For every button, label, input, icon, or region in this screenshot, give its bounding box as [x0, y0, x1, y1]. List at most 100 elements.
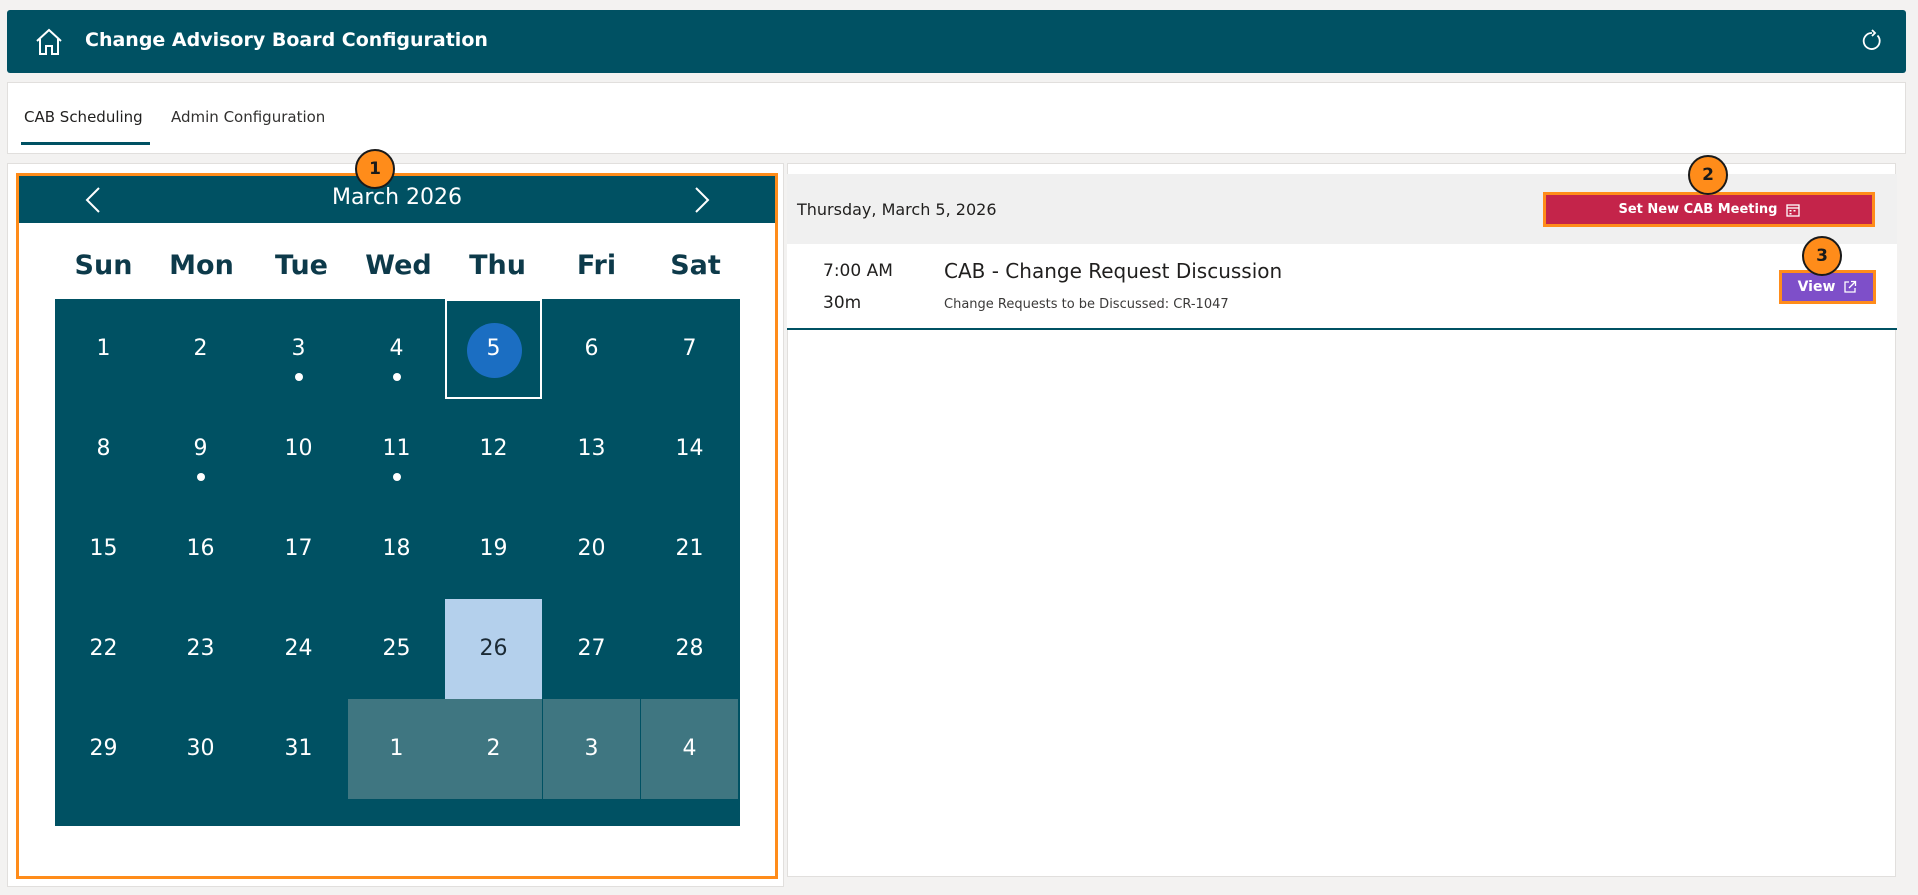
calendar-day-number: 3 [291, 336, 306, 361]
calendar-day[interactable]: 22 [55, 599, 152, 699]
calendar-day[interactable]: 20 [543, 499, 640, 599]
calendar-icon [1785, 203, 1800, 217]
meeting-time: 7:00 AM [823, 261, 893, 281]
calendar-day[interactable]: 13 [543, 399, 640, 499]
weekday-header-thu: Thu [469, 250, 526, 281]
calendar-day[interactable]: 24 [250, 599, 347, 699]
calendar-day[interactable]: 29 [55, 699, 152, 799]
meeting-subtitle: Change Requests to be Discussed: CR-1047 [944, 297, 1229, 312]
calendar-day-number: 30 [186, 736, 215, 761]
calendar-month-label: March 2026 [331, 185, 463, 210]
calendar-day-number: 29 [89, 736, 118, 761]
view-meeting-label: View [1797, 279, 1836, 295]
meeting-duration: 30m [823, 293, 862, 313]
calendar-day[interactable]: 21 [641, 499, 738, 599]
calendar-day-number: 12 [479, 436, 508, 461]
calendar-day[interactable]: 9 [152, 399, 249, 499]
tab-bar: CAB Scheduling Admin Configuration [7, 82, 1906, 154]
calendar-day-number: 17 [284, 536, 313, 561]
calendar-day[interactable]: 30 [152, 699, 249, 799]
calendar-day-number: 24 [284, 636, 313, 661]
calendar-day-number: 2 [486, 736, 501, 761]
calendar-day-number: 15 [89, 536, 118, 561]
calendar-day-number: 13 [577, 436, 606, 461]
weekday-header-tue: Tue [275, 250, 328, 281]
selected-date-label: Thursday, March 5, 2026 [797, 200, 997, 219]
calendar-day[interactable]: 2 [152, 299, 249, 399]
calendar-day-number: 9 [193, 436, 208, 461]
calendar-day-number: 7 [682, 336, 697, 361]
refresh-icon[interactable] [1860, 29, 1884, 53]
tab-cab-scheduling[interactable]: CAB Scheduling [24, 108, 143, 126]
calendar-grid: 1 2 3 4 5 6 7 8 9 10 11 12 13 14 15 16 17 18 19 20 21 22 23 24 2… [55, 299, 740, 826]
calendar-day-number: 3 [584, 736, 599, 761]
calendar-day[interactable]: 11 [348, 399, 445, 499]
calendar-day[interactable]: 10 [250, 399, 347, 499]
tab-admin-configuration[interactable]: Admin Configuration [171, 108, 325, 126]
weekday-header-sun: Sun [74, 250, 133, 281]
active-tab-indicator [21, 142, 150, 145]
calendar-day[interactable]: 25 [348, 599, 445, 699]
calendar-day-number: 2 [193, 336, 208, 361]
calendar-day[interactable]: 15 [55, 499, 152, 599]
calendar-day[interactable]: 31 [250, 699, 347, 799]
weekday-header-fri: Fri [576, 250, 617, 281]
weekday-header-wed: Wed [365, 250, 432, 281]
calendar-day-next-month[interactable]: 3 [543, 699, 640, 799]
calendar-day[interactable]: 14 [641, 399, 738, 499]
app-header: Change Advisory Board Configuration [7, 10, 1906, 73]
calendar-day-next-month[interactable]: 2 [445, 699, 542, 799]
calendar-day-number: 14 [675, 436, 704, 461]
calendar-day[interactable]: 26 [445, 599, 542, 699]
event-indicator-dot [393, 373, 401, 381]
set-new-cab-meeting-button[interactable]: Set New CAB Meeting [1543, 192, 1875, 227]
calendar-day-number: 26 [479, 636, 508, 661]
calendar-day[interactable]: 17 [250, 499, 347, 599]
meeting-row[interactable]: 7:00 AM 30m CAB - Change Request Discuss… [787, 244, 1897, 330]
calendar-day-number: 22 [89, 636, 118, 661]
step-marker-3: 3 [1802, 236, 1842, 276]
calendar-day-next-month[interactable]: 1 [348, 699, 445, 799]
calendar-day-number: 1 [96, 336, 111, 361]
calendar-day-number: 27 [577, 636, 606, 661]
calendar-day[interactable]: 28 [641, 599, 738, 699]
calendar-day[interactable]: 12 [445, 399, 542, 499]
calendar-day-number: 28 [675, 636, 704, 661]
calendar-day[interactable]: 8 [55, 399, 152, 499]
calendar-day[interactable]: 19 [445, 499, 542, 599]
calendar-day[interactable]: 3 [250, 299, 347, 399]
calendar-day-number: 5 [486, 336, 501, 361]
set-new-cab-meeting-label: Set New CAB Meeting [1618, 202, 1778, 217]
calendar-day-number: 25 [382, 636, 411, 661]
calendar-day-number: 10 [284, 436, 313, 461]
calendar-day[interactable]: 4 [348, 299, 445, 399]
calendar-day-number: 4 [682, 736, 697, 761]
calendar-day[interactable]: 16 [152, 499, 249, 599]
calendar-day[interactable]: 6 [543, 299, 640, 399]
calendar-day[interactable]: 18 [348, 499, 445, 599]
event-indicator-dot [197, 473, 205, 481]
weekday-header-mon: Mon [169, 250, 234, 281]
event-indicator-dot [295, 373, 303, 381]
event-indicator-dot [393, 473, 401, 481]
calendar-day-number: 21 [675, 536, 704, 561]
calendar-day[interactable]: 23 [152, 599, 249, 699]
calendar-day-number: 1 [389, 736, 404, 761]
calendar-day-number: 20 [577, 536, 606, 561]
calendar-day-number: 19 [479, 536, 508, 561]
calendar-day-number: 31 [284, 736, 313, 761]
calendar-day[interactable]: 7 [641, 299, 738, 399]
next-month-button[interactable] [686, 184, 716, 216]
meeting-title: CAB - Change Request Discussion [944, 259, 1283, 283]
calendar-header: March 2026 [19, 176, 775, 223]
calendar-day-number: 16 [186, 536, 215, 561]
calendar-day[interactable]: 27 [543, 599, 640, 699]
calendar-day-number: 8 [96, 436, 111, 461]
step-marker-1: 1 [355, 149, 395, 189]
calendar-day-number: 6 [584, 336, 599, 361]
home-icon[interactable] [33, 26, 65, 58]
calendar-day-next-month[interactable]: 4 [641, 699, 738, 799]
calendar-day[interactable]: 1 [55, 299, 152, 399]
calendar-day-selected[interactable]: 5 [445, 299, 542, 399]
calendar-day-number: 4 [389, 336, 404, 361]
